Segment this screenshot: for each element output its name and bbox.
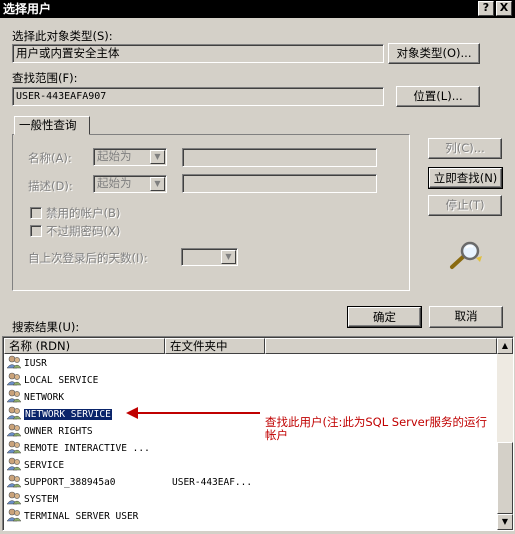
column-header-folder[interactable]: 在文件夹中 (165, 338, 265, 354)
location-label: 查找范围(F): (12, 71, 78, 85)
scroll-down-icon[interactable]: ▼ (497, 514, 513, 530)
user-group-icon (6, 474, 22, 488)
object-type-label: 选择此对象类型(S): (12, 29, 113, 43)
row-name: IUSR (24, 355, 172, 372)
row-name: SUPPORT_388945a0 (24, 474, 172, 491)
row-name-text: NETWORK SERVICE (24, 409, 112, 420)
user-group-icon (6, 457, 22, 471)
help-button[interactable]: ? (478, 1, 494, 16)
ok-button[interactable]: 确定 (347, 306, 422, 328)
user-group-icon (6, 440, 22, 454)
row-name: OWNER RIGHTS (24, 423, 172, 440)
user-group-icon (6, 355, 22, 369)
user-group-icon (6, 406, 22, 420)
object-types-button[interactable]: 对象类型(O)... (388, 43, 480, 64)
row-name: REMOTE INTERACTIVE ... (24, 440, 172, 457)
chevron-down-icon: ▼ (150, 177, 165, 191)
row-name-text: TERMINAL SERVER USER (24, 511, 139, 522)
scroll-up-icon[interactable]: ▲ (497, 338, 513, 354)
row-name-text: SUPPORT_388945a0 (24, 477, 116, 488)
days-since-logon-label: 自上次登录后的天数(I): (28, 251, 148, 265)
row-name-text: IUSR (24, 358, 47, 369)
column-header-name[interactable]: 名称 (RDN) (4, 338, 165, 354)
close-button[interactable]: X (496, 1, 512, 16)
row-name-text: NETWORK (24, 392, 65, 403)
search-results-label: 搜索结果(U): (12, 320, 80, 334)
annotation-line-1: 查找此用户(注:此为SQL Server服务的运行 (265, 415, 487, 429)
annotation-line-2: 帐户 (265, 428, 288, 442)
name-mode-select[interactable]: 起始为 ▼ (93, 148, 167, 166)
table-row[interactable]: IUSR (6, 355, 497, 372)
cancel-button[interactable]: 取消 (429, 306, 503, 328)
window-title: 选择用户 (3, 2, 52, 16)
no-expire-password-checkbox[interactable]: 不过期密码(X) (30, 223, 120, 239)
tab-label: 一般性查询 (19, 118, 77, 132)
find-now-button[interactable]: 立即查找(N) (428, 167, 503, 189)
description-mode-value: 起始为 (97, 176, 132, 190)
chevron-down-icon: ▼ (150, 150, 165, 164)
user-group-icon (6, 491, 22, 505)
search-icon (450, 241, 482, 269)
table-row[interactable]: SERVICE (6, 457, 497, 474)
checkbox-box (30, 207, 42, 219)
row-name-text: SYSTEM (24, 494, 59, 505)
checkbox-box (30, 225, 42, 237)
row-folder: USER-443EAF... (172, 477, 253, 488)
no-expire-password-label: 不过期密码(X) (46, 224, 121, 238)
locations-button[interactable]: 位置(L)... (396, 86, 480, 107)
annotation-arrow (126, 407, 260, 419)
name-label: 名称(A): (28, 151, 72, 165)
user-group-icon (6, 372, 22, 386)
stop-button[interactable]: 停止(T) (428, 195, 502, 216)
table-row[interactable]: REMOTE INTERACTIVE ... (6, 440, 497, 457)
user-group-icon (6, 423, 22, 437)
tab-common-queries[interactable]: 一般性查询 (14, 116, 90, 135)
title-bar: 选择用户 (0, 0, 515, 18)
row-name: SYSTEM (24, 491, 172, 508)
chevron-down-icon: ▼ (221, 250, 236, 264)
table-row[interactable]: TERMINAL SERVER USER (6, 508, 497, 525)
column-header-empty (265, 338, 497, 354)
annotation-note: 查找此用户(注:此为SQL Server服务的运行 帐户 (265, 416, 515, 442)
row-name: LOCAL SERVICE (24, 372, 172, 389)
disabled-accounts-label: 禁用的帐户(B) (46, 206, 121, 220)
description-mode-select[interactable]: 起始为 ▼ (93, 175, 167, 193)
table-row[interactable]: SYSTEM (6, 491, 497, 508)
table-row[interactable]: LOCAL SERVICE (6, 372, 497, 389)
disabled-accounts-checkbox[interactable]: 禁用的帐户(B) (30, 205, 120, 221)
scroll-thumb[interactable] (497, 442, 513, 514)
object-type-field: 用户或内置安全主体 (12, 44, 384, 63)
user-group-icon (6, 389, 22, 403)
location-field: USER-443EAFA907 (12, 87, 384, 106)
user-group-icon (6, 508, 22, 522)
description-label: 描述(D): (28, 179, 73, 193)
table-row[interactable]: SUPPORT_388945a0 USER-443EAF... (6, 474, 497, 491)
row-name-text: LOCAL SERVICE (24, 375, 99, 386)
name-mode-value: 起始为 (97, 149, 132, 163)
row-name-text: OWNER RIGHTS (24, 426, 93, 437)
days-since-logon-select[interactable]: ▼ (181, 248, 238, 266)
row-name: SERVICE (24, 457, 172, 474)
row-name-text: SERVICE (24, 460, 65, 471)
name-input[interactable] (182, 148, 377, 167)
row-name: TERMINAL SERVER USER (24, 508, 172, 525)
columns-button[interactable]: 列(C)... (428, 138, 502, 159)
description-input[interactable] (182, 174, 377, 193)
row-name-text: REMOTE INTERACTIVE ... (24, 443, 150, 454)
